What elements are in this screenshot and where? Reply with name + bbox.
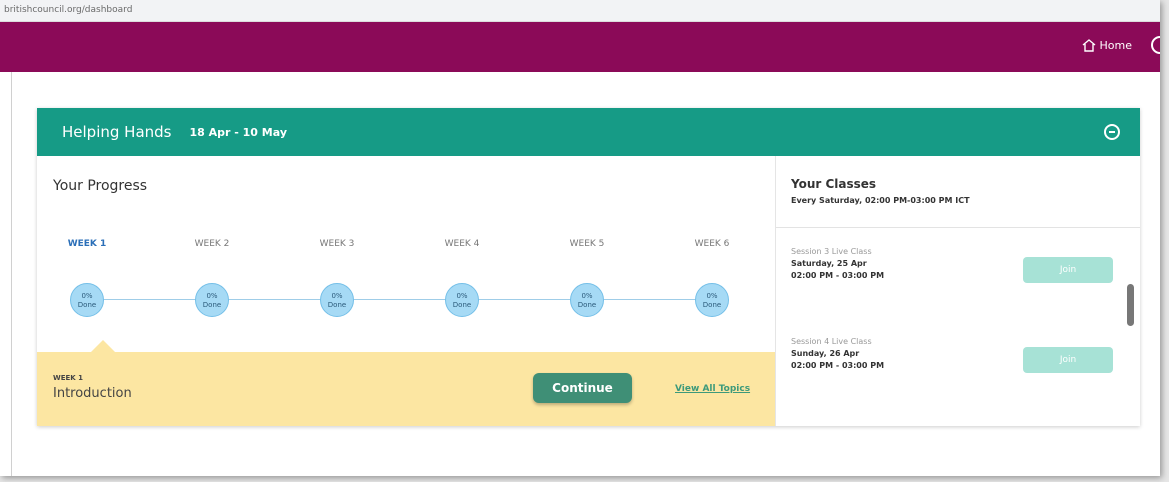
- progress-done-label: Done: [452, 301, 472, 309]
- course-header: Helping Hands 18 Apr - 10 May: [37, 108, 1140, 156]
- progress-timeline: [87, 299, 717, 300]
- progress-title: Your Progress: [53, 178, 148, 194]
- current-week-panel: WEEK 1 Introduction Continue View All To…: [37, 352, 775, 426]
- scrollbar-thumb[interactable]: [1127, 284, 1134, 326]
- url-text: britishcouncil.org/dashboard: [4, 5, 133, 15]
- view-all-topics-link[interactable]: View All Topics: [675, 384, 750, 394]
- continue-button[interactable]: Continue: [533, 373, 632, 403]
- join-button[interactable]: Join: [1023, 257, 1113, 283]
- progress-done-label: Done: [202, 301, 222, 309]
- join-button[interactable]: Join: [1023, 347, 1113, 373]
- account-icon[interactable]: [1151, 36, 1160, 54]
- home-label: Home: [1099, 39, 1132, 52]
- course-dates: 18 Apr - 10 May: [189, 125, 287, 139]
- current-week-label: WEEK 1: [53, 374, 84, 382]
- home-link[interactable]: Home: [1082, 39, 1132, 52]
- week-progress-circle[interactable]: 0% Done: [70, 283, 104, 317]
- session-name: Session 4 Live Class: [791, 337, 872, 346]
- progress-percent: 0%: [331, 292, 343, 300]
- progress-done-label: Done: [327, 301, 347, 309]
- classes-title: Your Classes: [791, 177, 877, 191]
- session-item: Session 4 Live Class Sunday, 26 Apr 02:0…: [791, 337, 1121, 387]
- progress-panel: Your Progress WEEK 1 WEEK 2 WEEK 3 WEEK …: [37, 156, 775, 426]
- week-label-2[interactable]: WEEK 2: [182, 239, 242, 249]
- progress-percent: 0%: [581, 292, 593, 300]
- week-label-6[interactable]: WEEK 6: [682, 239, 742, 249]
- week-progress-circle[interactable]: 0% Done: [195, 283, 229, 317]
- classes-panel: Your Classes Every Saturday, 02:00 PM-03…: [775, 156, 1140, 426]
- week-progress-circle[interactable]: 0% Done: [445, 283, 479, 317]
- classes-schedule: Every Saturday, 02:00 PM-03:00 PM ICT: [791, 196, 970, 205]
- home-icon: [1082, 39, 1095, 52]
- course-title: Helping Hands: [62, 123, 172, 141]
- week-label-1[interactable]: WEEK 1: [57, 239, 117, 249]
- progress-percent: 0%: [706, 292, 718, 300]
- progress-percent: 0%: [81, 292, 93, 300]
- session-name: Session 3 Live Class: [791, 247, 872, 256]
- current-topic-title: Introduction: [53, 386, 132, 401]
- progress-done-label: Done: [577, 301, 597, 309]
- current-week-pointer: [91, 340, 115, 352]
- url-bar[interactable]: britishcouncil.org/dashboard: [0, 0, 1160, 22]
- session-item: Session 3 Live Class Saturday, 25 Apr 02…: [791, 247, 1121, 297]
- side-edge: [0, 72, 12, 476]
- progress-percent: 0%: [206, 292, 218, 300]
- classes-header: Your Classes Every Saturday, 02:00 PM-03…: [776, 156, 1140, 228]
- collapse-minus-icon[interactable]: [1104, 124, 1120, 140]
- week-label-5[interactable]: WEEK 5: [557, 239, 617, 249]
- week-progress-circle[interactable]: 0% Done: [695, 283, 729, 317]
- week-label-4[interactable]: WEEK 4: [432, 239, 492, 249]
- browser-window: britishcouncil.org/dashboard Home Helpin…: [0, 0, 1160, 476]
- progress-done-label: Done: [702, 301, 722, 309]
- week-label-3[interactable]: WEEK 3: [307, 239, 367, 249]
- course-card: Helping Hands 18 Apr - 10 May Your Progr…: [37, 108, 1140, 426]
- week-progress-circle[interactable]: 0% Done: [570, 283, 604, 317]
- top-navigation-bar: Home: [0, 22, 1160, 72]
- progress-done-label: Done: [77, 301, 97, 309]
- week-progress-circle[interactable]: 0% Done: [320, 283, 354, 317]
- progress-percent: 0%: [456, 292, 468, 300]
